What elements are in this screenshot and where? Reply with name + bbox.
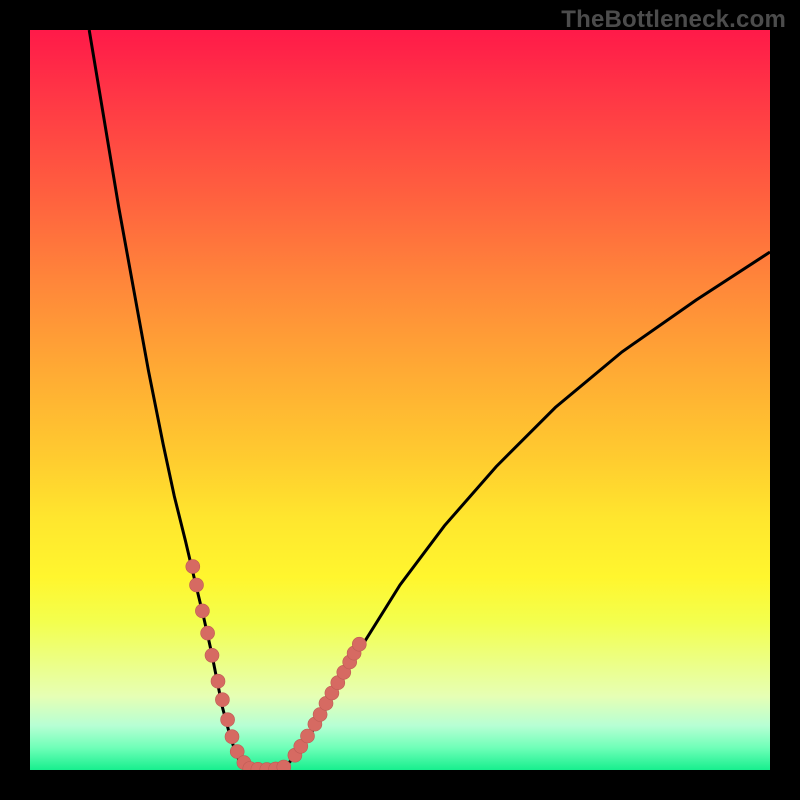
data-marker [225,730,239,744]
data-marker [301,729,315,743]
data-marker [186,560,200,574]
watermark-text: TheBottleneck.com [561,6,786,34]
data-marker [190,578,204,592]
data-marker [211,674,225,688]
bottleneck-curve [89,30,770,770]
data-marker [215,693,229,707]
data-marker [205,648,219,662]
chart-frame: TheBottleneck.com [0,0,800,800]
data-marker [201,626,215,640]
data-marker [195,604,209,618]
plot-area [30,30,770,770]
chart-svg [30,30,770,770]
data-marker [352,637,366,651]
data-marker [221,713,235,727]
